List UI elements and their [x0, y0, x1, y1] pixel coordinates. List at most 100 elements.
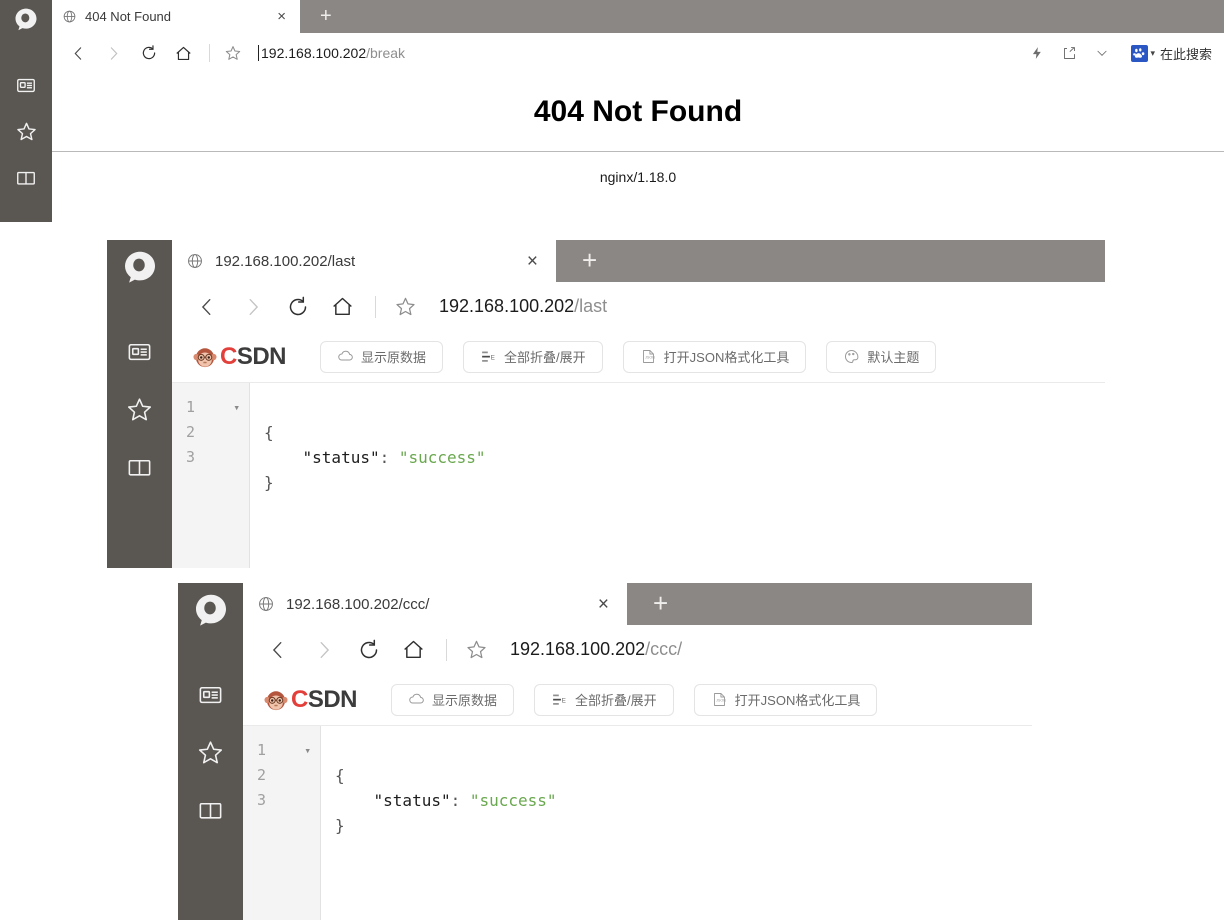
json-content[interactable]: { "status": "success" }: [321, 726, 1032, 920]
home-button[interactable]: [330, 294, 355, 319]
url-path: /ccc/: [645, 639, 683, 659]
line-number-row: 2: [257, 763, 311, 788]
share-button[interactable]: [1062, 46, 1077, 61]
bookmark-button[interactable]: [465, 638, 488, 661]
new-tab-button[interactable]: +: [320, 6, 332, 26]
show-raw-data-button[interactable]: 显示原数据: [320, 340, 444, 373]
sidebar-item-news[interactable]: [197, 681, 224, 708]
sidebar-item-reading[interactable]: [126, 454, 153, 481]
tab-404-not-found[interactable]: 404 Not Found ×: [52, 0, 300, 33]
open-json-tool-button[interactable]: JSON 打开JSON格式化工具: [693, 683, 878, 716]
fold-toggle-icon[interactable]: ▾: [233, 395, 240, 420]
reload-button[interactable]: [286, 295, 310, 319]
line-number-row: 1 ▾: [186, 395, 240, 420]
baidu-dropdown-caret[interactable]: ▾: [1150, 48, 1155, 59]
url-path: /last: [574, 296, 608, 316]
page-divider: [52, 151, 1224, 152]
home-button[interactable]: [174, 44, 193, 63]
browser-sidebar: [107, 240, 172, 568]
sidebar-item-news[interactable]: [126, 338, 153, 365]
json-content[interactable]: { "status": "success" }: [250, 383, 1105, 568]
browser-chrome: 192.168.100.202/ccc/ × + 192.168.100.202…: [243, 583, 1032, 920]
new-tab-button[interactable]: +: [653, 590, 668, 616]
sidebar-item-favorites[interactable]: [196, 738, 225, 767]
home-icon: [176, 46, 191, 60]
open-json-tool-button[interactable]: JSON 打开JSON格式化工具: [622, 340, 807, 373]
button-label: 显示原数据: [361, 350, 427, 365]
csdn-json-toolbar: CSDN 显示原数据 E 全部折叠/展开: [243, 674, 1032, 726]
reload-button[interactable]: [357, 638, 381, 662]
reload-icon: [142, 45, 156, 60]
json-key: "status": [302, 448, 380, 467]
chevron-left-icon: [272, 641, 282, 658]
back-button[interactable]: [267, 639, 289, 661]
browser-chrome: 404 Not Found × + 192.168.100.202/break …: [52, 0, 1224, 222]
tab-close-button[interactable]: ×: [594, 595, 613, 614]
address-bar[interactable]: 192.168.100.202/last: [439, 296, 607, 317]
reload-button[interactable]: [140, 44, 158, 62]
csdn-brand-rest: SDN: [307, 685, 358, 713]
line-number-row: 2: [186, 420, 240, 445]
csdn-monkey-icon: [193, 347, 217, 367]
sidebar-item-favorites[interactable]: [125, 395, 154, 424]
toolbar-separator: [209, 44, 210, 62]
csdn-logo: CSDN: [192, 343, 287, 371]
search-here-label[interactable]: 在此搜索: [1160, 44, 1212, 63]
qq-browser-logo[interactable]: [120, 248, 160, 290]
cloud-icon: [409, 693, 424, 704]
show-raw-data-button[interactable]: 显示原数据: [391, 683, 515, 716]
line-number: 3: [186, 448, 196, 466]
button-label: 默认主题: [867, 350, 920, 365]
bookmark-button[interactable]: [394, 295, 417, 318]
line-number-row: 1 ▾: [257, 738, 311, 763]
svg-text:JSON: JSON: [716, 699, 726, 703]
fold-toggle-icon[interactable]: ▾: [304, 738, 311, 763]
csdn-monkey-icon: [264, 690, 288, 710]
forward-button[interactable]: [105, 45, 122, 62]
chevron-left-icon: [201, 298, 211, 315]
qq-browser-logo[interactable]: [12, 6, 40, 36]
star-icon: [16, 122, 36, 141]
collapse-icon: E: [482, 351, 495, 362]
card-icon: [17, 78, 35, 93]
collapse-expand-all-button[interactable]: E 全部折叠/展开: [463, 340, 603, 373]
sidebar-item-news[interactable]: [15, 74, 37, 96]
forward-button[interactable]: [242, 296, 264, 318]
lightning-button[interactable]: [1030, 45, 1044, 61]
baidu-search-engine-button[interactable]: [1131, 44, 1149, 62]
tab-close-button[interactable]: ×: [523, 252, 542, 271]
sidebar-item-favorites[interactable]: [15, 120, 38, 143]
theme-button[interactable]: 默认主题: [826, 340, 937, 373]
reload-icon: [360, 639, 378, 658]
json-file-icon: JSON: [642, 350, 655, 363]
button-label: 全部折叠/展开: [575, 693, 657, 708]
collapse-expand-all-button[interactable]: E 全部折叠/展开: [534, 683, 674, 716]
line-number-row: 3: [257, 788, 311, 813]
tab-ccc[interactable]: 192.168.100.202/ccc/ ×: [243, 583, 627, 625]
browser-window-404: 404 Not Found × + 192.168.100.202/break …: [0, 0, 1224, 222]
back-button[interactable]: [70, 45, 87, 62]
url-text-cursor: [258, 45, 259, 61]
qq-browser-logo[interactable]: [191, 591, 231, 633]
book-icon: [17, 171, 35, 185]
line-number: 2: [186, 423, 196, 441]
back-button[interactable]: [196, 296, 218, 318]
address-bar[interactable]: 192.168.100.202/break: [261, 45, 405, 61]
home-button[interactable]: [401, 637, 426, 662]
svg-text:E: E: [562, 697, 566, 704]
home-icon: [404, 640, 423, 659]
json-open-brace: {: [264, 423, 274, 442]
sidebar-item-reading[interactable]: [197, 797, 224, 824]
sidebar-item-reading[interactable]: [15, 167, 37, 189]
bookmark-button[interactable]: [224, 44, 242, 62]
navigation-bar: 192.168.100.202/ccc/: [243, 625, 1032, 674]
menu-chevron-button[interactable]: [1095, 46, 1109, 60]
tab-last[interactable]: 192.168.100.202/last ×: [172, 240, 556, 282]
server-signature: nginx/1.18.0: [599, 169, 677, 185]
tab-title: 192.168.100.202/last: [215, 252, 356, 270]
json-key: "status": [373, 791, 451, 810]
address-bar[interactable]: 192.168.100.202/ccc/: [510, 639, 682, 660]
new-tab-button[interactable]: +: [582, 247, 597, 273]
tab-close-button[interactable]: ×: [273, 9, 290, 24]
forward-button[interactable]: [313, 639, 335, 661]
